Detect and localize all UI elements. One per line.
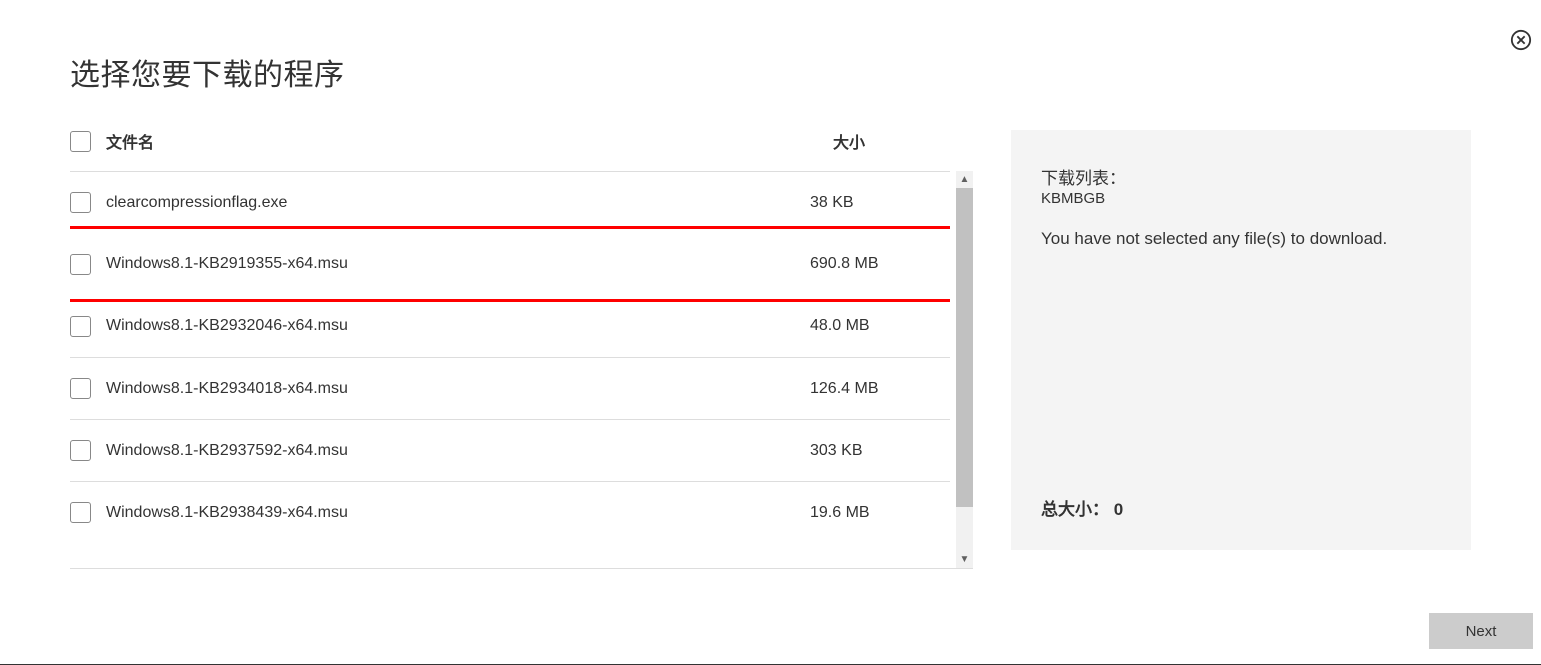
- file-row[interactable]: Windows8.1-KB2919355-x64.msu 690.8 MB: [70, 233, 950, 295]
- file-name: Windows8.1-KB2934018-x64.msu: [106, 380, 810, 398]
- left-panel: 选择您要下载的程序 文件名 大小 clearcompressionflag.ex…: [70, 50, 973, 590]
- file-checkbox[interactable]: [70, 502, 91, 523]
- file-list: clearcompressionflag.exe 38 KB Windows8.…: [70, 171, 950, 568]
- file-size: 38 KB: [810, 194, 950, 212]
- download-units: KBMBGB: [1041, 190, 1441, 207]
- file-name: Windows8.1-KB2938439-x64.msu: [106, 504, 810, 522]
- file-name: clearcompressionflag.exe: [106, 194, 810, 212]
- scroll-thumb[interactable]: [956, 188, 973, 507]
- file-size: 303 KB: [810, 442, 950, 460]
- file-row[interactable]: Windows8.1-KB2932046-x64.msu 48.0 MB: [70, 295, 950, 357]
- close-icon: [1510, 29, 1532, 51]
- file-size: 126.4 MB: [810, 380, 950, 398]
- file-size: 19.6 MB: [810, 504, 950, 522]
- scroll-track[interactable]: [956, 188, 973, 551]
- select-all-checkbox[interactable]: [70, 131, 91, 152]
- file-checkbox[interactable]: [70, 440, 91, 461]
- no-selection-message: You have not selected any file(s) to dow…: [1041, 229, 1441, 495]
- file-checkbox[interactable]: [70, 254, 91, 275]
- file-row[interactable]: Windows8.1-KB2937592-x64.msu 303 KB: [70, 419, 950, 481]
- page-title: 选择您要下载的程序: [70, 50, 973, 94]
- file-name: Windows8.1-KB2932046-x64.msu: [106, 317, 810, 335]
- total-size: 总大小： 0: [1041, 495, 1441, 520]
- file-size: 48.0 MB: [810, 317, 950, 335]
- right-panel: 下载列表： KBMBGB You have not selected any f…: [1011, 130, 1471, 550]
- file-checkbox[interactable]: [70, 316, 91, 337]
- scroll-up-arrow[interactable]: ▲: [956, 171, 973, 188]
- total-size-value: 0: [1114, 500, 1123, 519]
- file-name: Windows8.1-KB2919355-x64.msu: [106, 255, 810, 273]
- file-size: 690.8 MB: [810, 255, 950, 273]
- next-button[interactable]: Next: [1429, 613, 1533, 649]
- column-filename-header: 文件名: [106, 129, 833, 153]
- file-row[interactable]: clearcompressionflag.exe 38 KB: [70, 171, 950, 233]
- column-size-header: 大小: [833, 129, 973, 153]
- download-list-label: 下载列表：: [1041, 168, 1441, 190]
- total-size-label: 总大小：: [1041, 500, 1109, 519]
- table-header: 文件名 大小: [70, 129, 973, 171]
- file-checkbox[interactable]: [70, 378, 91, 399]
- close-button[interactable]: [1509, 28, 1533, 52]
- scrollbar[interactable]: ▲ ▼: [956, 171, 973, 568]
- file-name: Windows8.1-KB2937592-x64.msu: [106, 442, 810, 460]
- file-row[interactable]: Windows8.1-KB2934018-x64.msu 126.4 MB: [70, 357, 950, 419]
- scroll-down-arrow[interactable]: ▼: [956, 551, 973, 568]
- file-checkbox[interactable]: [70, 192, 91, 213]
- file-row[interactable]: Windows8.1-KB2938439-x64.msu 19.6 MB: [70, 481, 950, 543]
- footer: Next: [1429, 613, 1533, 649]
